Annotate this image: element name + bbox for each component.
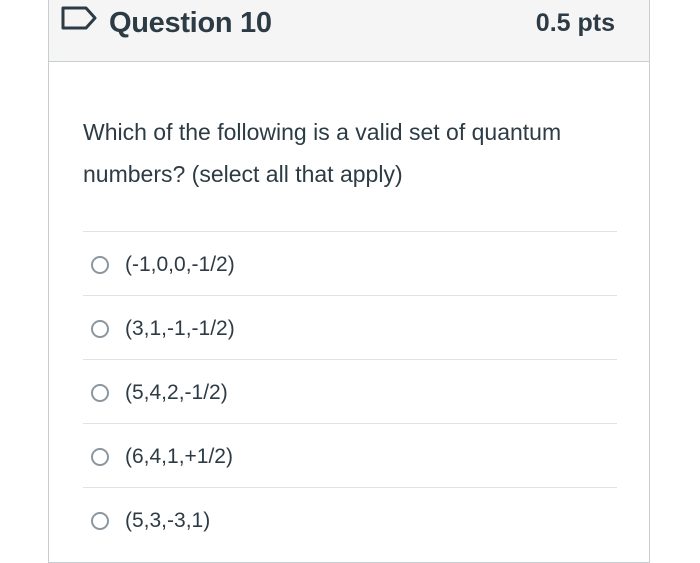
answer-label: (5,4,2,-1/2) [125,381,228,404]
answer-checkbox[interactable] [91,256,109,274]
question-card: Question 10 0.5 pts Which of the followi… [48,0,650,563]
answer-list: (-1,0,0,-1/2) (3,1,-1,-1/2) (5,4,2,-1/2)… [83,231,617,551]
answer-option-3[interactable]: (5,4,2,-1/2) [83,359,617,423]
answer-checkbox[interactable] [91,512,109,530]
answer-label: (5,3,-3,1) [125,509,211,532]
flag-question-icon[interactable] [61,6,97,30]
answer-checkbox[interactable] [91,320,109,338]
answer-label: (6,4,1,+1/2) [125,445,233,468]
answer-label: (-1,0,0,-1/2) [125,253,235,276]
answer-checkbox[interactable] [91,448,109,466]
answer-label: (3,1,-1,-1/2) [125,317,235,340]
answer-checkbox[interactable] [91,384,109,402]
answer-option-5[interactable]: (5,3,-3,1) [83,487,617,551]
question-points: 0.5 pts [535,9,615,37]
question-header: Question 10 0.5 pts [49,0,649,62]
answer-option-1[interactable]: (-1,0,0,-1/2) [83,231,617,295]
question-text: Which of the following is a valid set of… [83,119,562,187]
question-title: Question 10 [109,7,272,39]
answer-option-4[interactable]: (6,4,1,+1/2) [83,423,617,487]
answer-option-2[interactable]: (3,1,-1,-1/2) [83,295,617,359]
